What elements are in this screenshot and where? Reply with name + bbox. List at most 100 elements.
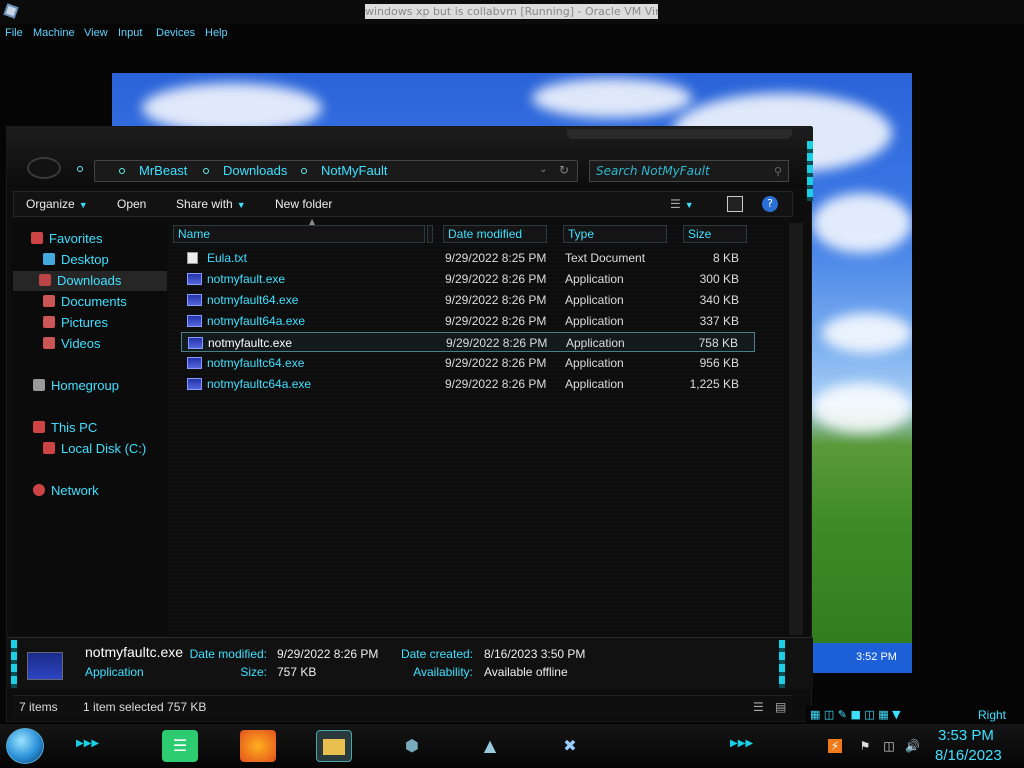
file-row[interactable]: notmyfaultc64a.exe 9/29/2022 8:26 PM Appli… xyxy=(181,374,755,394)
nav-label: Pictures xyxy=(61,315,108,330)
selected-file-thumbnail xyxy=(27,652,63,680)
vbox-menu-bar: File Machine View Input Devices Help xyxy=(0,24,1024,44)
file-row[interactable]: notmyfault64.exe 9/29/2022 8:26 PM Applica… xyxy=(181,290,755,310)
breadcrumb-separator-icon xyxy=(119,168,125,174)
nav-this-pc[interactable]: This PC xyxy=(33,420,97,440)
file-row[interactable]: notmyfault.exe 9/29/2022 8:26 PM Applicati… xyxy=(181,269,755,289)
guest-clock: 3:52 PM xyxy=(856,651,897,663)
back-forward-button[interactable] xyxy=(27,157,61,179)
breadcrumb-separator-icon xyxy=(301,168,307,174)
file-row[interactable]: notmyfaultc64.exe 9/29/2022 8:26 PM Applic… xyxy=(181,353,755,373)
view-options-icon[interactable]: ☰ ▼ xyxy=(670,197,694,211)
nav-network[interactable]: Network xyxy=(33,483,99,503)
vbox-status-icons: ▦ ◫ ✎ ■ ◫ ▦ ▼ Right Ctrl xyxy=(806,706,1024,736)
paint-app-icon[interactable]: ▲ xyxy=(472,730,508,762)
file-date-modified: 9/29/2022 8:26 PM xyxy=(445,293,547,307)
menu-help[interactable]: Help xyxy=(205,27,228,39)
file-type: Application xyxy=(565,377,624,391)
application-icon xyxy=(187,357,202,369)
details-view-icon[interactable]: ☰ xyxy=(753,700,764,714)
firefox-icon[interactable] xyxy=(240,730,276,762)
virtualbox-icon[interactable] xyxy=(2,2,20,20)
xp-vm-icon[interactable]: ✖ xyxy=(552,730,588,762)
window-title: windows xp but is collabvm [Running] - O… xyxy=(365,4,658,19)
chevron-down-icon: ▼ xyxy=(684,200,694,210)
navigation-pane: Favorites Desktop Downloads Documents Pi… xyxy=(11,223,167,635)
file-type: Application xyxy=(566,336,625,350)
application-icon xyxy=(188,337,203,349)
file-list: Name Date modified Type Size ▲ Eula.txt 9… xyxy=(169,217,787,635)
search-input[interactable]: Search NotMyFault ⚲ xyxy=(589,160,789,182)
nav-documents[interactable]: Documents xyxy=(43,294,127,314)
nav-downloads[interactable]: Downloads xyxy=(13,271,167,291)
preview-pane-icon[interactable] xyxy=(727,196,743,212)
file-row[interactable]: notmyfaultc.exe 9/29/2022 8:26 PM Applicat… xyxy=(181,332,755,352)
virtualbox-app-icon[interactable]: ⬢ xyxy=(394,730,430,762)
file-name: notmyfault.exe xyxy=(207,272,286,286)
file-size: 337 KB xyxy=(699,314,739,328)
breadcrumb-downloads[interactable]: Downloads xyxy=(223,163,287,178)
nav-label: This PC xyxy=(51,420,98,435)
help-icon[interactable]: ? xyxy=(762,196,778,212)
menu-input[interactable]: Input xyxy=(118,27,142,39)
host-clock-time[interactable]: 3:53 PM xyxy=(938,727,994,744)
breadcrumb-separator-icon xyxy=(203,168,209,174)
vbox-device-icons[interactable]: ▦ ◫ ✎ ■ ◫ ▦ ▼ xyxy=(810,708,901,721)
flag-icon[interactable]: ⚑ xyxy=(858,739,872,753)
menu-machine[interactable]: Machine xyxy=(33,27,75,39)
vbox-title-bar: windows xp but is collabvm [Running] - O… xyxy=(0,0,1024,24)
application-icon xyxy=(187,294,202,306)
menu-file[interactable]: File xyxy=(5,27,23,39)
nav-desktop[interactable]: Desktop xyxy=(43,252,109,272)
column-divider[interactable] xyxy=(427,225,433,243)
breadcrumb-mrbeast[interactable]: MrBeast xyxy=(139,163,187,178)
date-modified-label: Date modified: xyxy=(189,647,267,661)
notes-app-icon[interactable]: ☰ xyxy=(162,730,198,762)
volume-icon[interactable]: 🔊 xyxy=(905,739,920,753)
menu-view[interactable]: View xyxy=(84,27,108,39)
address-bar[interactable]: MrBeast Downloads NotMyFault ⌄ ↻ xyxy=(94,160,578,182)
file-row[interactable]: Eula.txt 9/29/2022 8:25 PM Text Document 8 … xyxy=(181,248,755,268)
favorites-icon xyxy=(31,232,43,244)
nav-homegroup[interactable]: Homegroup xyxy=(33,378,119,398)
address-dropdown-icon[interactable]: ⌄ xyxy=(539,164,547,175)
file-date-modified: 9/29/2022 8:26 PM xyxy=(446,336,548,350)
file-type: Application xyxy=(565,356,624,370)
availability-label: Availability: xyxy=(413,665,473,679)
open-button[interactable]: Open xyxy=(117,197,146,211)
nav-favorites[interactable]: Favorites xyxy=(31,231,102,251)
taskbar-decor-right: ▶▶▶ xyxy=(730,738,754,749)
nav-videos[interactable]: Videos xyxy=(43,336,101,356)
recent-locations-button[interactable] xyxy=(77,166,83,172)
column-date-modified[interactable]: Date modified xyxy=(443,225,547,243)
file-row[interactable]: notmyfault64a.exe 9/29/2022 8:26 PM Applic… xyxy=(181,311,755,331)
network-tray-icon[interactable]: ◫ xyxy=(882,739,896,753)
date-created-value: 8/16/2023 3:50 PM xyxy=(484,647,586,661)
pictures-icon xyxy=(43,316,55,328)
search-icon[interactable]: ⚲ xyxy=(774,165,782,178)
organize-button[interactable]: Organize ▼ xyxy=(26,197,88,211)
refresh-icon[interactable]: ↻ xyxy=(559,163,569,177)
drive-icon xyxy=(43,442,55,454)
window-edge-right xyxy=(807,141,813,201)
column-name[interactable]: Name xyxy=(173,225,425,243)
size-label: Size: xyxy=(240,665,267,679)
file-name: notmyfault64a.exe xyxy=(207,314,306,328)
file-name: Eula.txt xyxy=(207,251,248,265)
column-type[interactable]: Type xyxy=(563,225,667,243)
vertical-scrollbar[interactable] xyxy=(789,223,803,635)
column-size[interactable]: Size xyxy=(683,225,747,243)
breadcrumb-notmyfault[interactable]: NotMyFault xyxy=(321,163,387,178)
nav-pictures[interactable]: Pictures xyxy=(43,315,108,335)
share-with-button[interactable]: Share with ▼ xyxy=(176,197,246,211)
new-folder-button[interactable]: New folder xyxy=(275,197,332,211)
app-tray-icon[interactable]: ⚡ xyxy=(828,739,842,753)
nav-local-disk[interactable]: Local Disk (C:) xyxy=(43,441,146,461)
menu-devices[interactable]: Devices xyxy=(156,27,195,39)
item-count: 7 items xyxy=(19,700,58,714)
start-button[interactable] xyxy=(6,728,44,764)
nav-label: Homegroup xyxy=(51,378,119,393)
file-explorer-icon[interactable] xyxy=(316,730,352,762)
host-clock-date[interactable]: 8/16/2023 xyxy=(935,747,1002,764)
large-icons-view-icon[interactable]: ▤ xyxy=(775,700,786,714)
